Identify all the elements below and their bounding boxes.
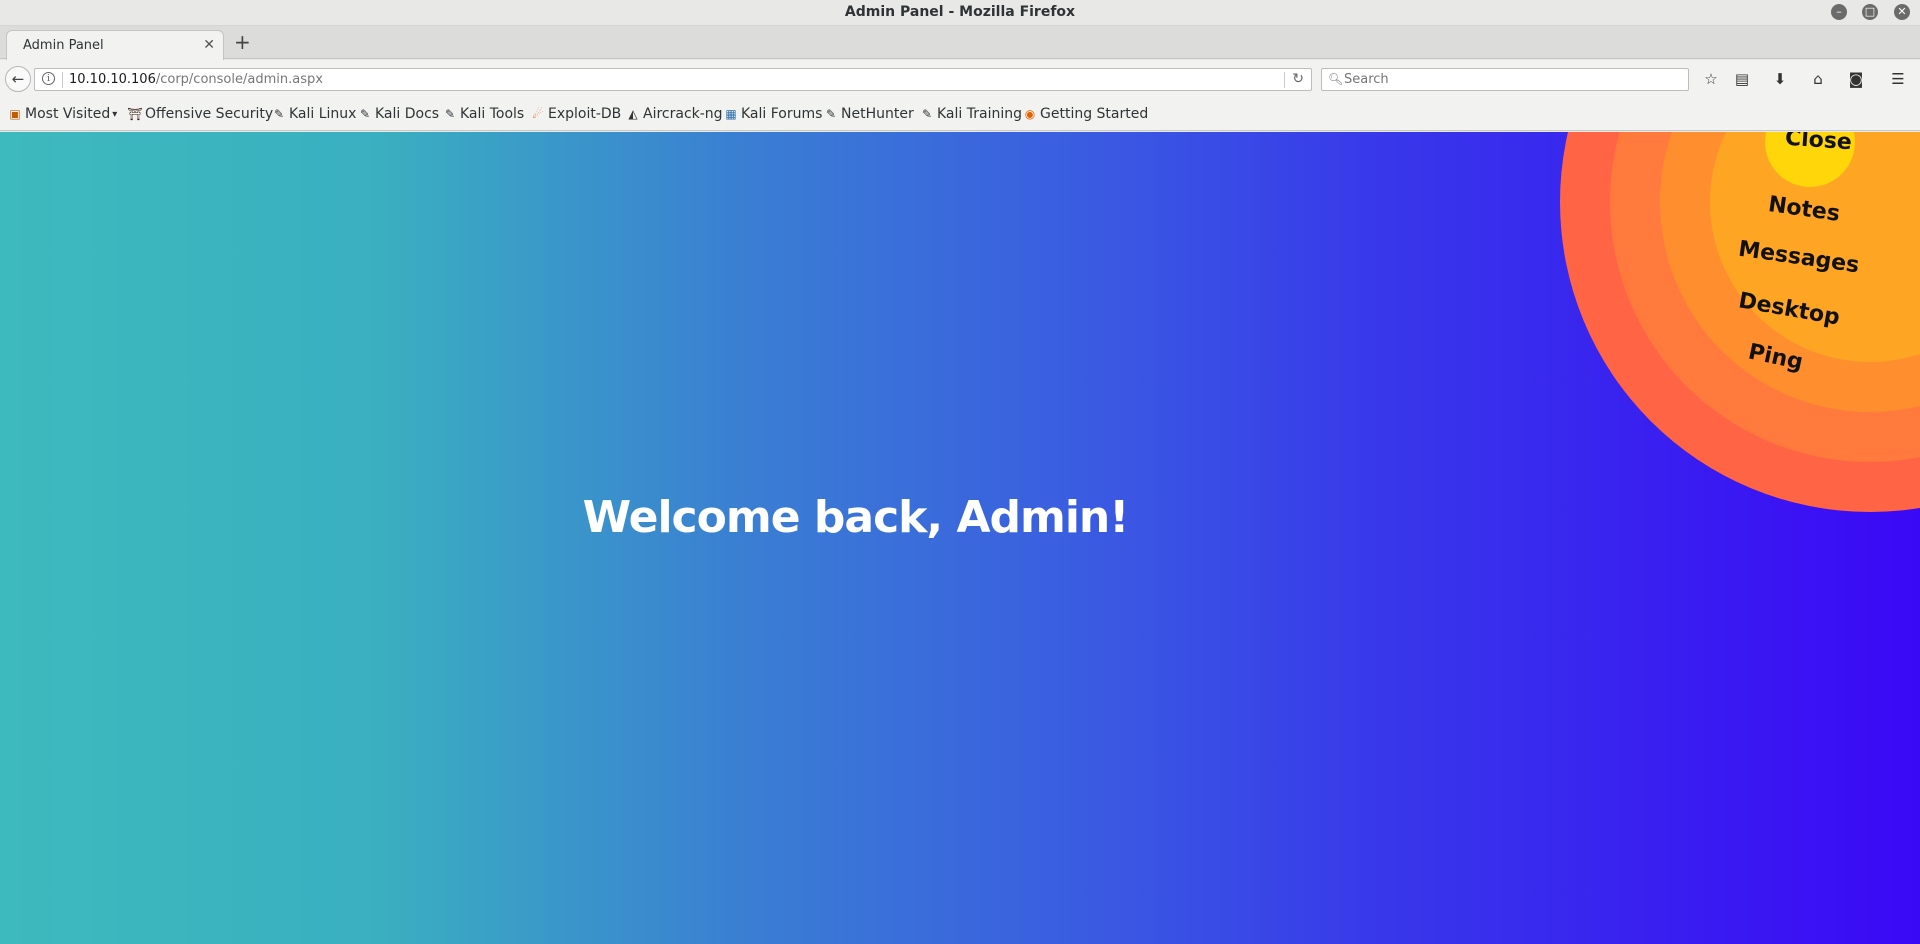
bookmark-kali-linux[interactable]: ✎ Kali Linux (271, 106, 357, 122)
bookmark-kali-tools[interactable]: ✎ Kali Tools (442, 106, 524, 122)
kali-icon: ✎ (825, 107, 837, 121)
star-icon[interactable]: ☆ (1701, 69, 1721, 89)
reload-icon[interactable]: ↻ (1292, 71, 1304, 87)
page-content: Welcome back, Admin! Close Notes Message… (0, 132, 1920, 944)
reading-list-icon[interactable]: ▤ (1732, 69, 1752, 89)
maximize-button[interactable]: □ (1862, 4, 1878, 20)
welcome-heading: Welcome back, Admin! (582, 492, 1130, 543)
tab-admin-panel[interactable]: Admin Panel ✕ (6, 30, 224, 60)
bookmark-label: Getting Started (1040, 106, 1149, 122)
offsec-icon: ⛩ (127, 107, 143, 121)
circular-menu: Close Notes Messages Desktop Ping (1560, 132, 1920, 512)
bookmark-label: Kali Forums (741, 106, 823, 122)
url-divider (1284, 72, 1285, 88)
bookmark-offensive-security[interactable]: ⛩ Offensive Security (127, 106, 273, 122)
download-icon[interactable]: ⬇ (1770, 69, 1790, 89)
back-button[interactable]: ← (5, 66, 31, 92)
search-icon: 🔍︎ (1328, 72, 1344, 86)
site-info-icon[interactable]: i (42, 72, 55, 85)
kali-icon: ✎ (921, 107, 933, 121)
url-divider (62, 72, 63, 88)
tab-bar: Admin Panel ✕ (0, 26, 1920, 60)
aircrack-icon: ◭ (628, 107, 638, 121)
kali-icon: ✎ (359, 107, 371, 121)
bookmark-label: Kali Linux (289, 106, 357, 122)
url-text[interactable]: 10.10.10.106/corp/console/admin.aspx (69, 72, 323, 87)
bookmark-label: Kali Tools (460, 106, 525, 122)
search-bar[interactable]: 🔍︎ (1321, 68, 1689, 91)
tab-label: Admin Panel (23, 38, 104, 53)
window-titlebar: Admin Panel - Mozilla Firefox – □ ✕ (0, 0, 1920, 26)
search-input[interactable] (1344, 70, 1674, 89)
home-icon[interactable]: ⌂ (1808, 69, 1828, 89)
new-tab-button[interactable]: + (234, 32, 251, 52)
bookmark-aircrack-ng[interactable]: ◭ Aircrack-ng (625, 106, 723, 122)
bookmark-getting-started[interactable]: ◉ Getting Started (1022, 106, 1149, 122)
bookmark-label: Aircrack-ng (643, 106, 723, 122)
bookmark-kali-training[interactable]: ✎ Kali Training (919, 106, 1022, 122)
most-visited-icon: ▣ (9, 107, 21, 121)
menu-icon[interactable]: ☰ (1888, 69, 1908, 89)
minimize-button[interactable]: – (1831, 4, 1847, 20)
pocket-icon[interactable]: ◙ (1846, 69, 1866, 89)
bookmark-nethunter[interactable]: ✎ NetHunter (823, 106, 914, 122)
window-close-button[interactable]: ✕ (1894, 4, 1910, 20)
bookmark-label: Offensive Security (145, 106, 274, 122)
bookmarks-toolbar: ▣ Most Visited ▾ ⛩ Offensive Security ✎ … (0, 96, 1920, 131)
navigation-toolbar: ← i 10.10.10.106/corp/console/admin.aspx… (0, 60, 1920, 96)
bookmark-kali-docs[interactable]: ✎ Kali Docs (357, 106, 439, 122)
bookmark-label: Exploit-DB (548, 106, 622, 122)
window-title: Admin Panel - Mozilla Firefox (844, 4, 1076, 20)
bookmark-label: Kali Docs (375, 106, 440, 122)
tab-close-icon[interactable]: ✕ (203, 37, 215, 53)
chevron-down-icon: ▾ (112, 108, 118, 120)
kali-icon: ✎ (273, 107, 285, 121)
firefox-icon: ◉ (1024, 107, 1036, 121)
forums-icon: ▦ (725, 107, 737, 121)
kali-icon: ✎ (444, 107, 456, 121)
url-path: /corp/console/admin.aspx (155, 72, 323, 87)
bookmark-label: Most Visited (25, 106, 111, 122)
bookmark-label: NetHunter (841, 106, 914, 122)
url-bar[interactable]: i 10.10.10.106/corp/console/admin.aspx ↻ (34, 68, 1312, 91)
exploitdb-icon: ☄ (532, 107, 544, 121)
bookmark-kali-forums[interactable]: ▦ Kali Forums (723, 106, 822, 122)
bookmark-label: Kali Training (937, 106, 1022, 122)
bookmark-most-visited[interactable]: ▣ Most Visited ▾ (7, 106, 117, 122)
bookmark-exploit-db[interactable]: ☄ Exploit-DB (530, 106, 622, 122)
url-host: 10.10.10.106 (69, 72, 156, 87)
